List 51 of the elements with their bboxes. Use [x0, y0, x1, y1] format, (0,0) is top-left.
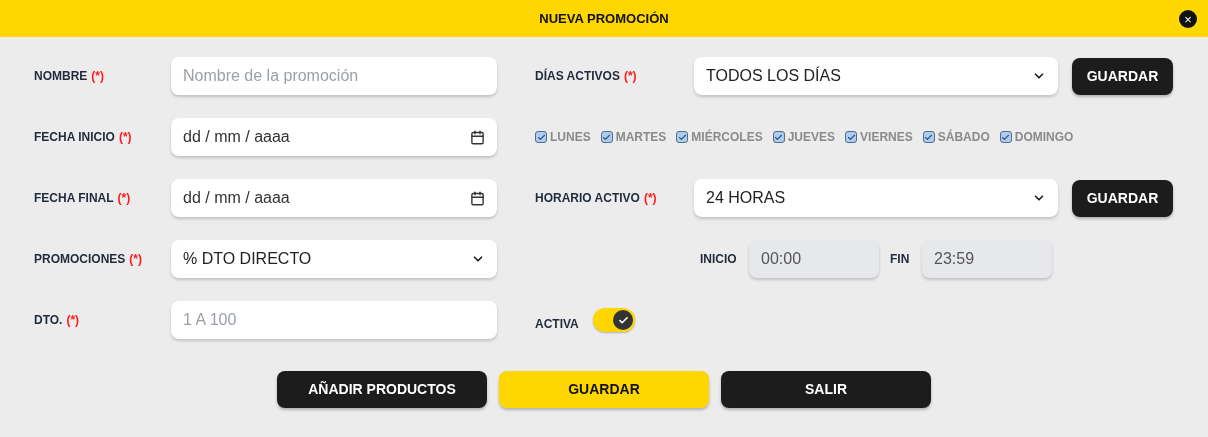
day-label: SÁBADO: [937, 128, 990, 146]
day-checkbox[interactable]: [676, 131, 689, 143]
day-checkbox[interactable]: [922, 131, 935, 143]
day-label: MIÉRCOLES: [691, 128, 763, 146]
field-label: DÍAS ACTIVOS: [535, 67, 620, 85]
date-field[interactable]: dd / mm / aaaa: [171, 179, 497, 217]
select-field[interactable]: 24 HORAS: [694, 179, 1058, 217]
close-button[interactable]: ×: [1179, 10, 1197, 28]
start-time-field[interactable]: 00:00: [749, 240, 879, 278]
day-label: VIERNES: [860, 129, 913, 146]
calendar-icon: [470, 190, 485, 206]
active-label: ACTIVA: [535, 316, 580, 333]
active-toggle[interactable]: [593, 308, 635, 332]
save-button[interactable]: GUARDAR: [1072, 179, 1173, 217]
check-icon: [617, 314, 629, 326]
field-label: FECHA INICIO: [34, 129, 115, 146]
field-label: HORARIO ACTIVO: [535, 190, 640, 207]
day-label: LUNES: [550, 129, 591, 146]
field-label: PROMOCIONES: [34, 251, 126, 268]
field-label: NOMBRE: [34, 68, 88, 85]
action-button[interactable]: GUARDAR: [499, 371, 709, 408]
day-checkbox[interactable]: [600, 131, 613, 143]
required-mark: (*): [117, 190, 131, 207]
day-checkbox[interactable]: [535, 131, 547, 143]
required-mark: (*): [91, 68, 104, 85]
day-label: DOMINGO: [1014, 129, 1074, 146]
required-mark: (*): [129, 251, 142, 268]
day-checkbox[interactable]: [772, 131, 785, 143]
required-mark: (*): [118, 129, 132, 146]
start-label: INICIO: [700, 251, 738, 268]
day-checkbox[interactable]: [999, 131, 1012, 143]
field-label: DTO.: [34, 312, 63, 329]
field-label: FECHA FINAL: [34, 190, 114, 207]
day-label: JUEVES: [787, 129, 836, 146]
window-title: NUEVA PROMOCIÓN: [539, 9, 669, 28]
end-time-field[interactable]: 23:59: [922, 240, 1052, 278]
action-button[interactable]: AÑADIR PRODUCTOS: [277, 371, 487, 408]
select-field[interactable]: % DTO DIRECTO: [171, 240, 497, 278]
action-button[interactable]: SALIR: [721, 371, 931, 408]
text-field[interactable]: Nombre de la promoción: [171, 57, 497, 95]
end-label: FIN: [890, 251, 911, 268]
day-checkbox[interactable]: [845, 131, 858, 143]
date-field[interactable]: dd / mm / aaaa: [171, 118, 497, 156]
required-mark: (*): [643, 190, 657, 207]
calendar-icon: [470, 129, 485, 145]
day-label: MARTES: [615, 129, 667, 146]
select-field[interactable]: TODOS LOS DÍAS: [694, 57, 1058, 95]
required-mark: (*): [66, 312, 80, 329]
required-mark: (*): [623, 68, 637, 85]
text-field[interactable]: 1 A 100: [171, 301, 497, 339]
save-button[interactable]: GUARDAR: [1072, 57, 1173, 95]
